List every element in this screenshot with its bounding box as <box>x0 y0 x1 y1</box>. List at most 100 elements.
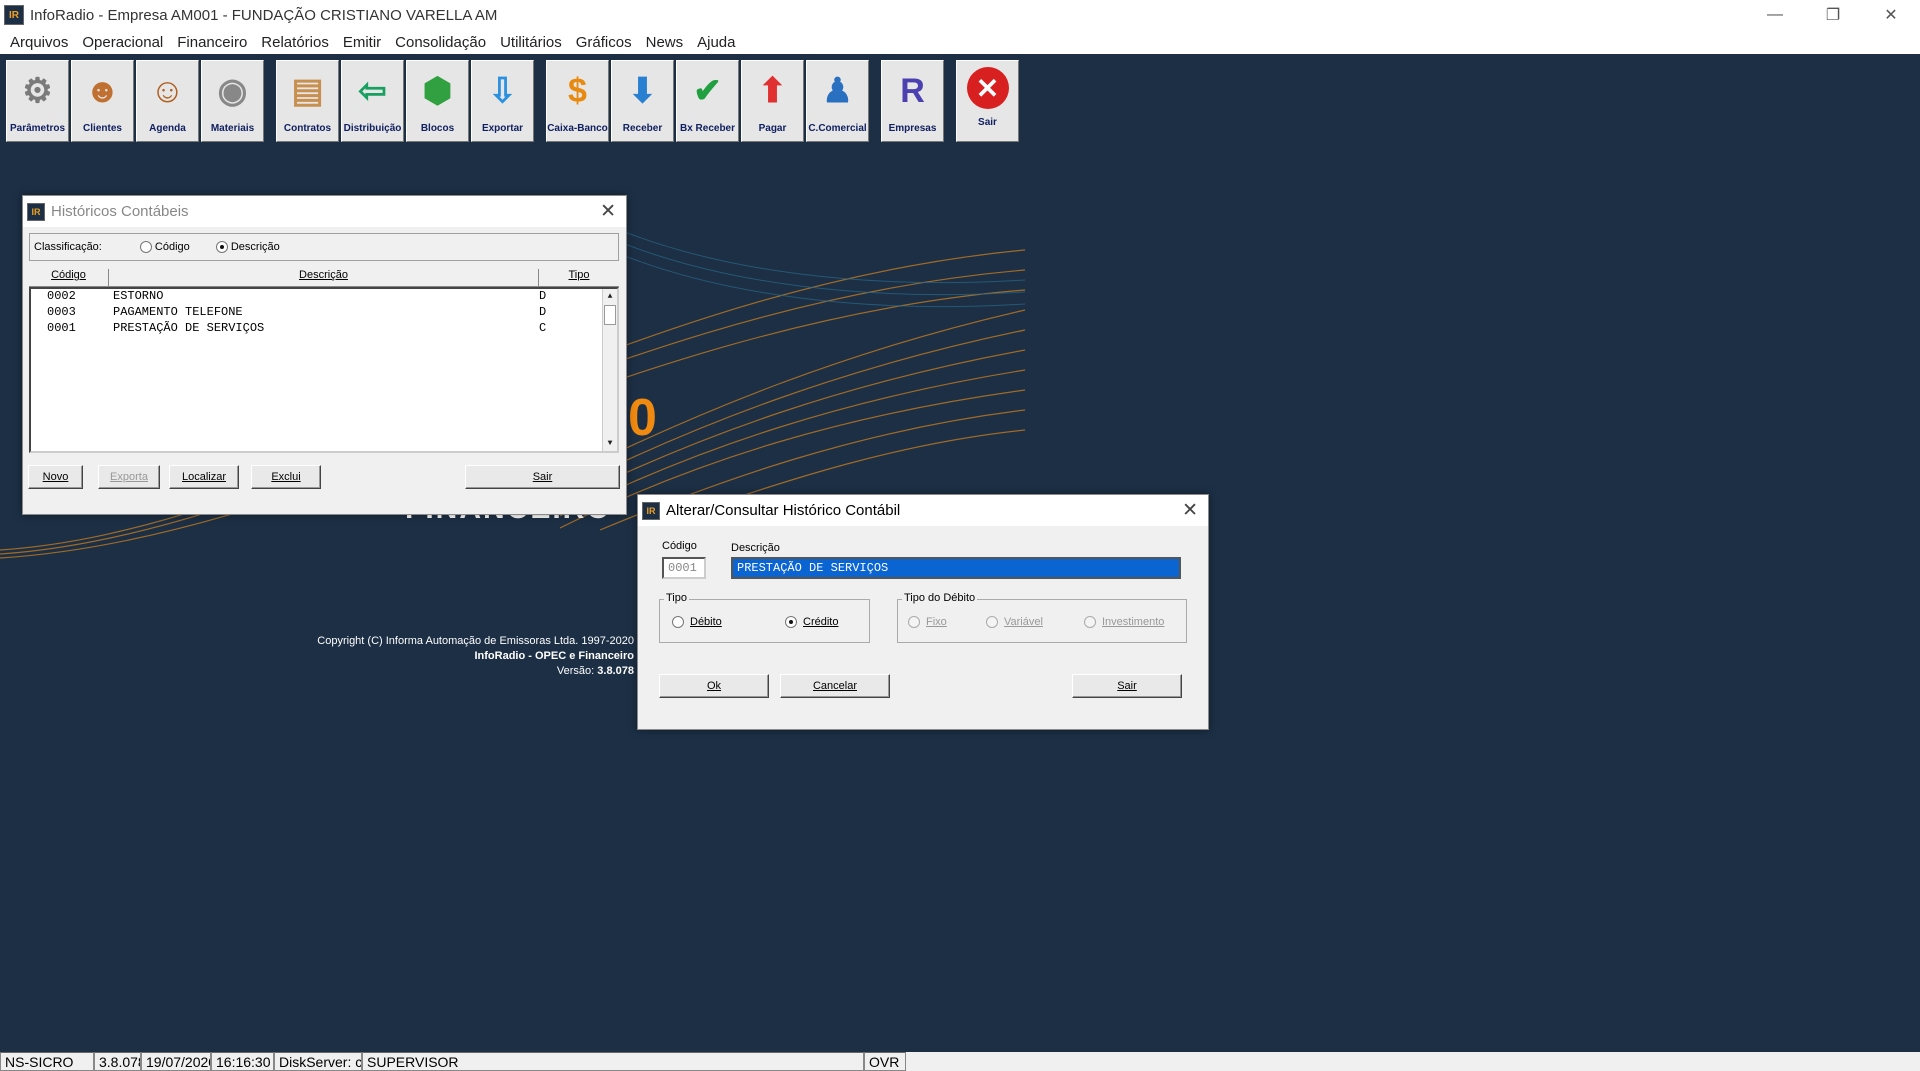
menu-graficos[interactable]: Gráficos <box>569 34 639 51</box>
receive-icon: ⬇ <box>628 72 657 110</box>
pagar-button[interactable]: ⬆ Pagar <box>741 60 804 142</box>
ok-button[interactable]: Ok <box>659 674 769 698</box>
table-row[interactable]: 0002 ESTORNO D <box>31 289 617 305</box>
toolbar-label: Receber <box>622 123 663 134</box>
app-icon: IR <box>27 202 45 221</box>
novo-button[interactable]: Novo <box>28 465 83 489</box>
toolbar-label: Caixa-Banco <box>547 123 608 134</box>
sair-button[interactable]: ✕ Sair <box>956 60 1019 142</box>
toolbar-label: Clientes <box>83 123 122 134</box>
materiais-button[interactable]: ◉ Materiais <box>201 60 264 142</box>
cancelar-button[interactable]: Cancelar <box>780 674 890 698</box>
vertical-scrollbar[interactable]: ▲ ▼ <box>602 289 617 451</box>
cell-codigo: 0001 <box>47 321 76 335</box>
app-icon: IR <box>4 5 24 25</box>
descricao-field[interactable]: PRESTAÇÃO DE SERVIÇOS <box>731 557 1181 579</box>
investimento-radio[interactable]: Investimento <box>1084 616 1164 628</box>
table-row[interactable]: 0003 PAGAMENTO TELEFONE D <box>31 305 617 321</box>
classificacao-label: Classificação: <box>34 241 102 253</box>
version-label: Versão: <box>556 665 595 677</box>
status-version: 3.8.078 <box>94 1052 141 1071</box>
distribution-icon: ⇦ <box>358 72 387 110</box>
codigo-radio[interactable]: Código <box>139 241 190 254</box>
menu-relatorios[interactable]: Relatórios <box>254 34 336 51</box>
localizar-button[interactable]: Localizar <box>169 465 239 489</box>
close-icon[interactable]: ✕ <box>600 200 616 223</box>
toolbar-label: Distribuição <box>343 123 402 134</box>
minimize-icon[interactable]: — <box>1746 0 1804 30</box>
menu-arquivos[interactable]: Arquivos <box>3 34 75 51</box>
column-codigo[interactable]: Código <box>29 269 109 286</box>
menu-ajuda[interactable]: Ajuda <box>690 34 742 51</box>
alterar-title-bar: IR Alterar/Consultar Histórico Contábil … <box>638 495 1208 526</box>
variavel-radio[interactable]: Variável <box>986 616 1043 628</box>
c-comercial-button[interactable]: ♟ C.Comercial <box>806 60 869 142</box>
descricao-radio[interactable]: Descrição <box>215 241 280 254</box>
close-icon[interactable]: ✕ <box>1182 499 1198 522</box>
window-controls: — ❐ ✕ <box>1746 0 1920 30</box>
toolbar: ⚙ Parâmetros ☻ Clientes ☺ Agenda ◉ Materiais… <box>0 54 1920 146</box>
historicos-window: IR Históricos Contábeis ✕ Classificação:… <box>22 195 627 515</box>
menu-consolidacao[interactable]: Consolidação <box>388 34 493 51</box>
investimento-label: Investimento <box>1102 616 1165 628</box>
exporta-button[interactable]: Exporta <box>98 465 160 489</box>
clientes-button[interactable]: ☻ Clientes <box>71 60 134 142</box>
toolbar-label: Bx Receber <box>679 123 736 134</box>
menu-financeiro[interactable]: Financeiro <box>170 34 254 51</box>
menu-utilitarios[interactable]: Utilitários <box>493 34 569 51</box>
toolbar-label: Materiais <box>210 123 255 134</box>
scroll-down-icon[interactable]: ▼ <box>603 436 617 451</box>
historicos-grid[interactable]: 0002 ESTORNO D 0003 PAGAMENTO TELEFONE D 000… <box>29 287 619 453</box>
pay-icon: ⬆ <box>758 72 787 110</box>
column-tipo[interactable]: Tipo <box>539 269 619 286</box>
toolbar-label: Exportar <box>481 123 524 134</box>
alterar-historico-window: IR Alterar/Consultar Histórico Contábil … <box>637 494 1209 730</box>
distribuicao-button[interactable]: ⇦ Distribuição <box>341 60 404 142</box>
blocos-button[interactable]: ⬢ Blocos <box>406 60 469 142</box>
table-row[interactable]: 0001 PRESTAÇÃO DE SERVIÇOS C <box>31 321 617 337</box>
menu-news[interactable]: News <box>639 34 691 51</box>
version-value: 3.8.078 <box>597 665 634 677</box>
credito-radio[interactable]: Crédito <box>785 616 838 628</box>
caixa-banco-button[interactable]: $ Caixa-Banco <box>546 60 609 142</box>
empresas-button[interactable]: R Empresas <box>881 60 944 142</box>
parametros-button[interactable]: ⚙ Parâmetros <box>6 60 69 142</box>
contratos-button[interactable]: ▤ Contratos <box>276 60 339 142</box>
toolbar-label: Agenda <box>149 123 186 134</box>
restore-icon[interactable]: ❐ <box>1804 0 1862 30</box>
alterar-title: Alterar/Consultar Histórico Contábil <box>666 502 901 519</box>
check-icon: ✔ <box>693 72 722 110</box>
cell-descricao: ESTORNO <box>113 289 164 303</box>
disc-icon: ◉ <box>217 72 248 110</box>
radio-icon <box>785 616 797 628</box>
brand-number: 0 <box>628 389 657 447</box>
tipo-debito-group: Tipo do Débito Fixo Variável Investiment… <box>897 592 1187 643</box>
cell-descricao: PRESTAÇÃO DE SERVIÇOS <box>113 321 265 335</box>
cell-codigo: 0003 <box>47 305 76 319</box>
historicos-title-bar: IR Históricos Contábeis ✕ <box>23 196 626 227</box>
people-icon: ☺ <box>150 71 185 110</box>
alterar-sair-button[interactable]: Sair <box>1072 674 1182 698</box>
scroll-up-icon[interactable]: ▲ <box>603 289 617 304</box>
scroll-thumb[interactable] <box>604 305 616 325</box>
agenda-button[interactable]: ☺ Agenda <box>136 60 199 142</box>
close-icon[interactable]: ✕ <box>1862 0 1920 30</box>
historicos-sair-button[interactable]: Sair <box>465 465 620 489</box>
menu-operacional[interactable]: Operacional <box>75 34 170 51</box>
column-descricao[interactable]: Descrição <box>109 269 539 286</box>
export-arrow-icon: ⇩ <box>488 72 517 110</box>
bx-receber-button[interactable]: ✔ Bx Receber <box>676 60 739 142</box>
status-mode: OVR <box>864 1052 906 1071</box>
menu-emitir[interactable]: Emitir <box>336 34 388 51</box>
debito-radio[interactable]: Débito <box>672 616 722 628</box>
exportar-button[interactable]: ⇩ Exportar <box>471 60 534 142</box>
codigo-field[interactable]: 0001 <box>662 557 706 579</box>
variavel-label: Variável <box>1004 616 1043 628</box>
receber-button[interactable]: ⬇ Receber <box>611 60 674 142</box>
menu-bar: Arquivos Operacional Financeiro Relatóri… <box>0 30 1920 54</box>
radio-icon <box>986 616 998 628</box>
fixo-radio[interactable]: Fixo <box>908 616 947 628</box>
exclui-button[interactable]: Exclui <box>251 465 321 489</box>
radio-icon <box>139 241 152 254</box>
status-time: 16:16:30 <box>211 1052 274 1071</box>
